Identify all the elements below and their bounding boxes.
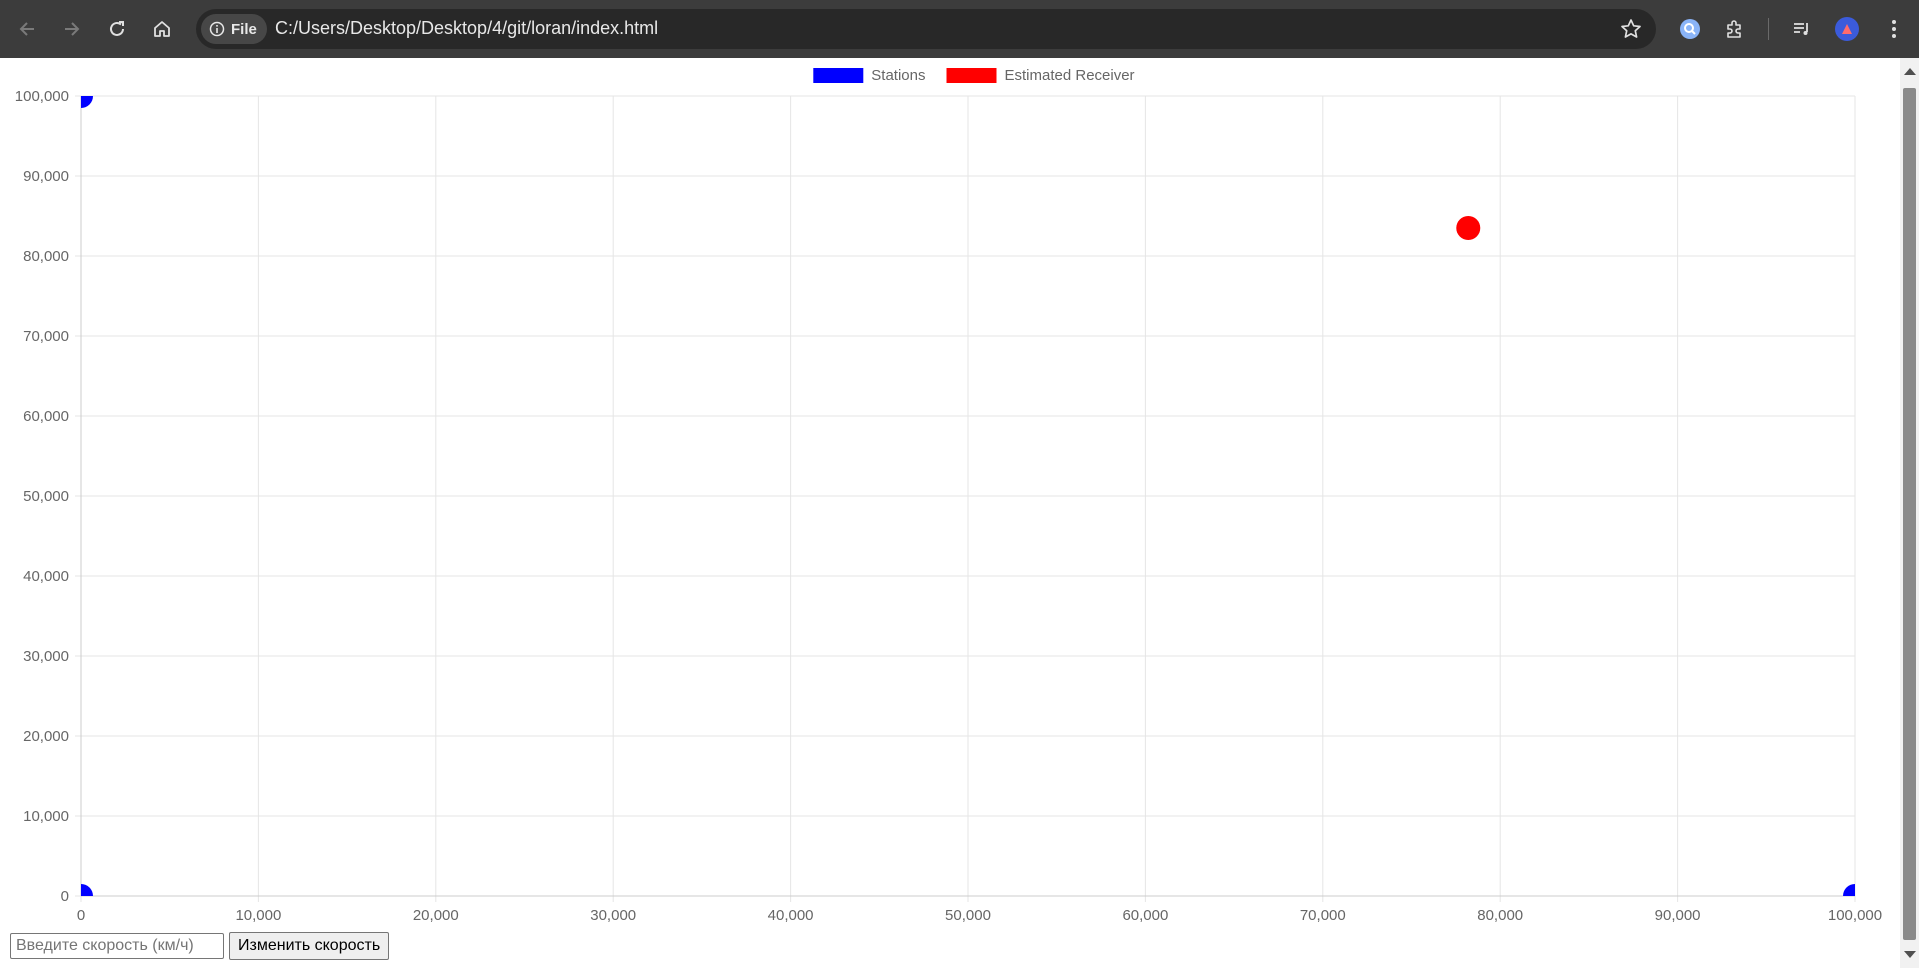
menu-button[interactable] xyxy=(1875,10,1913,48)
x-tick-label: 100,000 xyxy=(1828,907,1882,924)
toolbar-divider xyxy=(1768,18,1769,40)
vertical-scrollbar[interactable] xyxy=(1900,58,1919,968)
x-tick-label: 70,000 xyxy=(1300,907,1346,924)
x-tick-label: 60,000 xyxy=(1122,907,1168,924)
y-tick-label: 0 xyxy=(61,888,69,905)
puzzle-icon xyxy=(1727,20,1741,38)
home-icon xyxy=(154,21,170,37)
home-button[interactable] xyxy=(143,10,181,48)
scatter-chart: 0 10,000 20,000 30,000 40,000 50,000 60,000 70,… xyxy=(15,67,1882,924)
avatar-icon xyxy=(1835,17,1859,41)
scroll-thumb[interactable] xyxy=(1903,88,1916,940)
scroll-down-arrow-icon[interactable] xyxy=(1904,951,1916,958)
y-tick-label: 40,000 xyxy=(23,568,69,585)
url-text[interactable]: C:/Users/Desktop/Desktop/4/git/loran/ind… xyxy=(275,18,658,39)
data-point-stations[interactable] xyxy=(1843,884,1867,908)
x-tick-label: 80,000 xyxy=(1477,907,1523,924)
x-tick-label: 20,000 xyxy=(413,907,459,924)
browser-toolbar: File C:/Users/Desktop/Desktop/4/git/lora… xyxy=(0,0,1919,58)
y-tick-label: 90,000 xyxy=(23,168,69,185)
media-controls-button[interactable] xyxy=(1783,10,1821,48)
scroll-up-arrow-icon[interactable] xyxy=(1904,68,1916,75)
page-content: 0 10,000 20,000 30,000 40,000 50,000 60,000 70,… xyxy=(0,58,1900,968)
legend-swatch[interactable] xyxy=(946,68,997,83)
y-tick-label: 60,000 xyxy=(23,408,69,425)
y-tick-label: 50,000 xyxy=(23,488,69,505)
lens-extension-button[interactable] xyxy=(1671,10,1709,48)
star-icon xyxy=(1621,19,1641,38)
x-tick-label: 0 xyxy=(77,907,85,924)
profile-button[interactable] xyxy=(1828,10,1866,48)
y-tick-label: 10,000 xyxy=(23,808,69,825)
legend-swatch[interactable] xyxy=(813,68,864,83)
address-bar[interactable]: File C:/Users/Desktop/Desktop/4/git/lora… xyxy=(196,9,1656,49)
x-tick-label: 50,000 xyxy=(945,907,991,924)
data-point-estimated-receiver[interactable] xyxy=(1456,216,1481,240)
reload-icon xyxy=(110,21,124,36)
forward-button[interactable] xyxy=(53,10,91,48)
y-tick-label: 100,000 xyxy=(15,88,69,105)
data-point-stations[interactable] xyxy=(69,884,93,908)
x-tick-label: 90,000 xyxy=(1655,907,1701,924)
lens-icon xyxy=(1680,19,1700,39)
more-vert-icon xyxy=(1892,20,1896,38)
extensions-button[interactable] xyxy=(1716,10,1754,48)
site-info-chip[interactable]: File xyxy=(201,14,267,44)
x-tick-label: 10,000 xyxy=(235,907,281,924)
data-point-stations[interactable] xyxy=(69,84,93,108)
x-tick-label: 30,000 xyxy=(590,907,636,924)
back-button[interactable] xyxy=(8,10,46,48)
scheme-label: File xyxy=(231,20,257,38)
info-icon xyxy=(209,21,225,37)
back-arrow-icon xyxy=(19,22,34,36)
y-tick-label: 70,000 xyxy=(23,328,69,345)
y-tick-label: 80,000 xyxy=(23,248,69,265)
reload-button[interactable] xyxy=(98,10,136,48)
playlist-icon xyxy=(1794,23,1808,35)
legend-label[interactable]: Estimated Receiver xyxy=(1005,67,1135,84)
bookmark-button[interactable] xyxy=(1620,18,1642,45)
speed-input[interactable] xyxy=(10,933,224,959)
legend-label[interactable]: Stations xyxy=(871,67,925,84)
speed-controls: Изменить скорость xyxy=(10,932,390,960)
x-tick-label: 40,000 xyxy=(768,907,814,924)
y-tick-label: 30,000 xyxy=(23,648,69,665)
forward-arrow-icon xyxy=(65,22,80,36)
y-tick-label: 20,000 xyxy=(23,728,69,745)
change-speed-button[interactable]: Изменить скорость xyxy=(229,932,390,960)
